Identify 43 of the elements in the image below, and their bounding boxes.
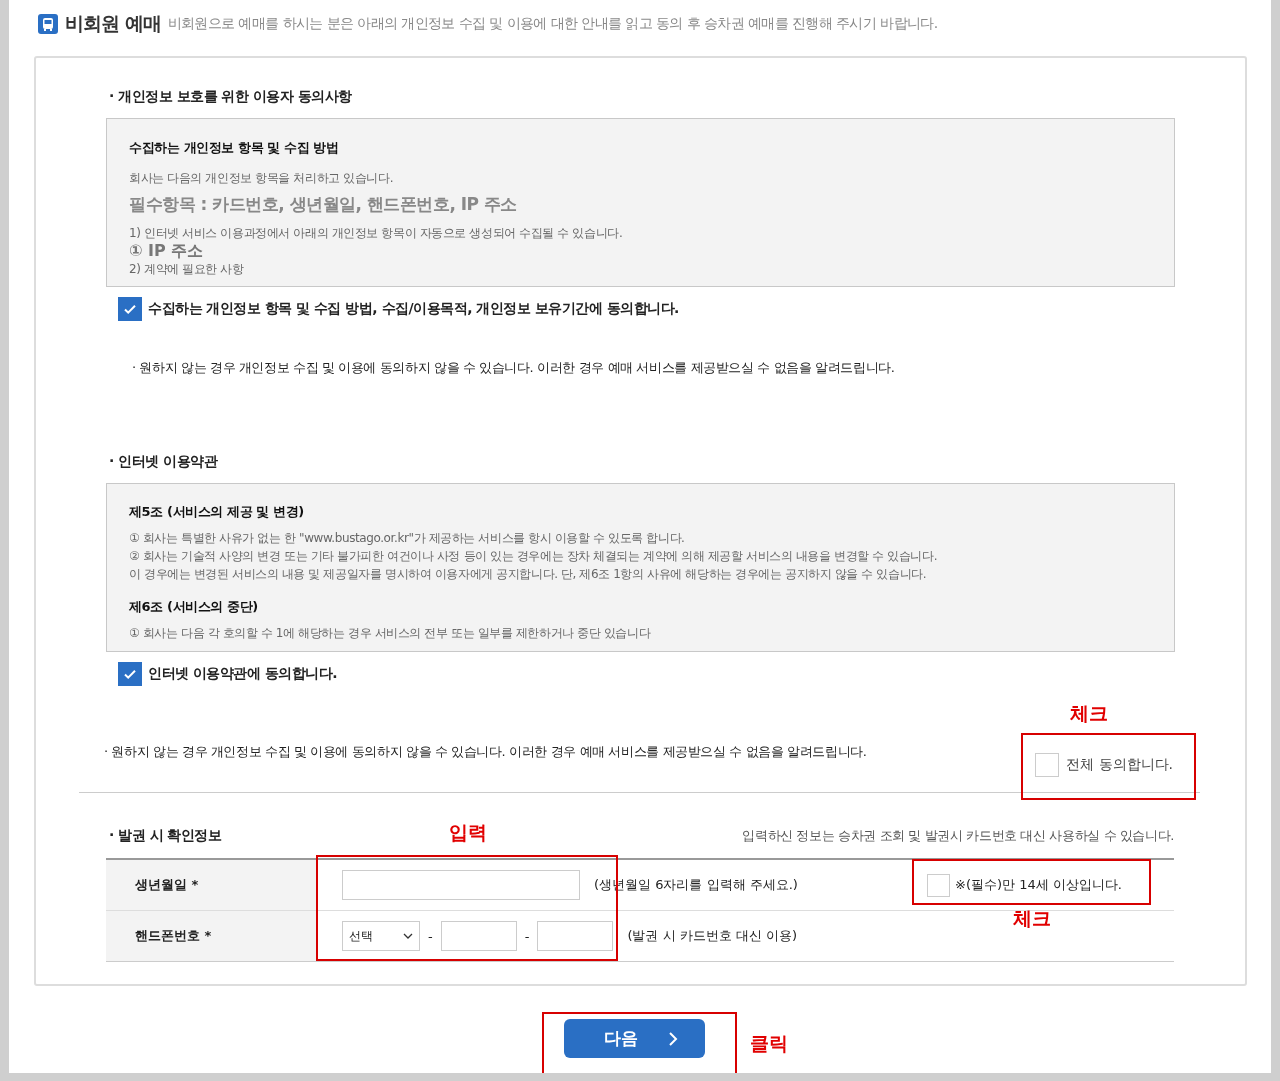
next-button[interactable]: 다음	[563, 1019, 705, 1058]
checkbox-label: 인터넷 이용약관에 동의합니다.	[148, 665, 338, 683]
checkbox[interactable]	[118, 297, 142, 321]
row-label: 생년월일 *	[106, 860, 316, 910]
section-heading: · 발권 시 확인정보	[109, 827, 222, 845]
checkbox-label: ※(필수)만 14세 이상입니다.	[955, 876, 1122, 894]
body-text: ① 회사는 특별한 사유가 없는 한 "www.bustago.or.kr"가 제공하는 서비스를 항시 이용할 수 있도록 합니다.	[129, 530, 686, 547]
notice-text: · 원하지 않는 경우 개인정보 수집 및 이용에 동의하지 않을 수 있습니다. 이러한 경우 예매 서비스를 제공받으실 수 없음을 알려드립니다.	[132, 359, 896, 377]
section-title: 수집하는 개인정보 항목 및 수집 방법	[129, 139, 340, 157]
section-heading: · 인터넷 이용약관	[109, 453, 219, 471]
body-text: 2) 계약에 필요한 사항	[129, 261, 245, 278]
body-text: 회사는 다음의 개인정보 항목을 처리하고 있습니다.	[129, 170, 395, 187]
annotation-label: 체크	[1013, 906, 1051, 931]
checkbox-label: 수집하는 개인정보 항목 및 수집 방법, 수집/이용목적, 개인정보 보유기간에 동의합니다.	[148, 300, 679, 318]
bus-icon	[38, 14, 58, 34]
body-text: ① 회사는 다음 각 호의할 수 1에 해당하는 경우 서비스의 전부 또는 일부를 제한하거나 중단 있습니다	[129, 625, 652, 642]
separator: -	[524, 928, 530, 944]
caret-icon	[403, 933, 413, 939]
prefix-dropdown[interactable]: 선택	[342, 921, 420, 951]
chevron-icon	[668, 1030, 678, 1047]
annotation-label: 입력	[449, 820, 487, 845]
checkbox[interactable]	[118, 662, 142, 686]
hint-text: 입력하신 정보는 승차권 조회 및 발권시 카드번호 대신 사용하실 수 있습니다.	[742, 827, 1174, 845]
phone-input[interactable]	[537, 921, 614, 951]
row-label: 핸드폰번호 *	[106, 911, 316, 961]
body-text: ② 회사는 기술적 사양의 변경 또는 기타 불가피한 여건이나 사정 등이 있는 경우에는 장차 체결되는 계약에 의해 제공할 서비스의 내용을 변경할 수 있습니다.	[129, 548, 939, 565]
field-note: (발권 시 카드번호 대신 이용)	[627, 927, 798, 945]
separator: -	[428, 928, 433, 944]
body-text: 1) 인터넷 서비스 이용과정에서 아래의 개인정보 항목이 자동으로 생성되어 수집될 수 있습니다.	[129, 225, 624, 242]
phone-input[interactable]	[440, 921, 517, 951]
section-title: 제5조 (서비스의 제공 및 변경)	[129, 504, 305, 520]
birthdate-input[interactable]	[342, 870, 580, 900]
page-description: 비회원으로 예매를 하시는 분은 아래의 개인정보 수집 및 이용에 대한 안내를 읽고 동의 후 승차권 예매를 진행해 주시기 바랍니다.	[167, 15, 938, 33]
body-text: 이 경우에는 변경된 서비스의 내용 및 제공일자를 명시하여 이용자에게 공지합니다. 단, 제6조 1항의 사유에 해당하는 경우에는 공지하지 않을 수 있습니다.	[129, 566, 928, 583]
body-text: ① IP 주소	[129, 242, 205, 260]
checkbox-label: 전체 동의합니다.	[1066, 756, 1173, 774]
body-text: 필수항목 : 카드번호, 생년월일, 핸드폰번호, IP 주소	[129, 193, 518, 216]
section-heading: · 개인정보 보호를 위한 이용자 동의사항	[109, 88, 353, 106]
annotation-label: 체크	[1070, 701, 1108, 726]
notice-text: · 원하지 않는 경우 개인정보 수집 및 이용에 동의하지 않을 수 있습니다. 이러한 경우 예매 서비스를 제공받으실 수 없음을 알려드립니다.	[104, 743, 867, 761]
page-title: 비회원 예매	[65, 11, 161, 36]
annotation-label: 클릭	[750, 1031, 788, 1056]
section-title: 제6조 (서비스의 중단)	[129, 599, 259, 615]
